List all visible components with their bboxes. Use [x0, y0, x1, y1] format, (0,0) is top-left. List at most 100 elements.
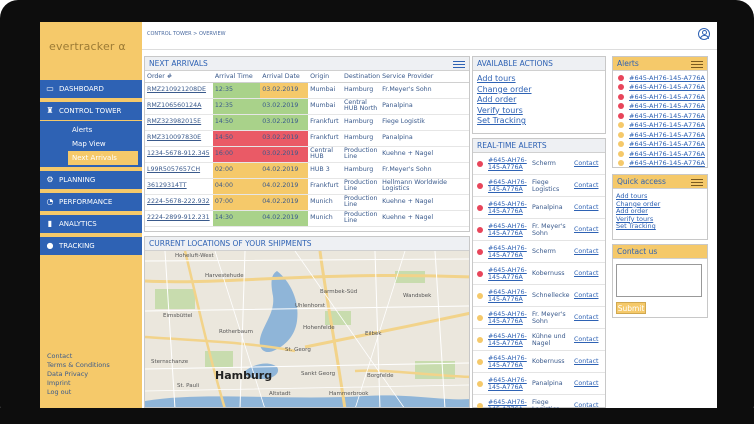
- filter-sliders-icon[interactable]: [453, 60, 465, 68]
- alert-id-link[interactable]: #645-AH76-145-A776A: [488, 157, 532, 171]
- action-link[interactable]: Set Tracking: [477, 116, 601, 127]
- list-item[interactable]: #645-AH76-145-A776A: [613, 121, 707, 131]
- order-number-link[interactable]: 2224-2899-912.231: [145, 210, 213, 227]
- alert-link[interactable]: #645-AH76-145-A776A: [629, 112, 705, 120]
- contact-link[interactable]: Contact: [574, 402, 599, 408]
- contact-link[interactable]: Contact: [574, 270, 599, 277]
- alert-link[interactable]: #645-AH76-145-A776A: [629, 74, 705, 82]
- alert-link[interactable]: #645-AH76-145-A776A: [629, 140, 705, 148]
- order-number-link[interactable]: 1234-5678-912.345: [145, 146, 213, 163]
- nav-control-tower[interactable]: ♜ CONTROL TOWER: [40, 102, 142, 120]
- list-item[interactable]: #645-AH76-145-A776A: [613, 92, 707, 102]
- alert-link[interactable]: #645-AH76-145-A776A: [629, 159, 705, 167]
- table-row[interactable]: RMZ210921208DE 12:35 03.02.2019 Mumbai Hambu…: [145, 82, 469, 99]
- table-row[interactable]: 1234-5678-912.345 16:00 03.02.2019 Central …: [145, 146, 469, 163]
- column-header[interactable]: Destination: [342, 71, 381, 83]
- contact-link[interactable]: Contact: [574, 380, 599, 387]
- filter-sliders-icon[interactable]: [691, 60, 703, 68]
- alert-link[interactable]: #645-AH76-145-A776A: [629, 102, 705, 110]
- list-item[interactable]: #645-AH76-145-A776A: [613, 140, 707, 150]
- alert-id-link[interactable]: #645-AH76-145-A776A: [488, 179, 532, 193]
- column-header[interactable]: Service Provider: [380, 71, 469, 83]
- alert-id-link[interactable]: #645-AH76-145-A776A: [488, 201, 532, 215]
- table-row[interactable]: RMZ310097830E 14:50 03.02.2019 Frankfurt Ham…: [145, 130, 469, 147]
- list-item[interactable]: #645-AH76-145-A776A: [613, 83, 707, 93]
- alert-id-link[interactable]: #645-AH76-145-A776A: [488, 355, 532, 369]
- next-arrivals-title: NEXT ARRIVALS: [149, 59, 208, 68]
- contact-message-textarea[interactable]: [616, 264, 702, 297]
- filter-sliders-icon[interactable]: [691, 178, 703, 186]
- table-row[interactable]: RMZ323982015E 14:50 03.02.2019 Frankfurt Ham…: [145, 114, 469, 131]
- contact-link[interactable]: Contact: [574, 226, 599, 233]
- action-link[interactable]: Add tours: [477, 74, 601, 85]
- footer-terms-link[interactable]: Terms & Conditions: [47, 361, 110, 370]
- alert-id-link[interactable]: #645-AH76-145-A776A: [488, 311, 532, 325]
- alert-link[interactable]: #645-AH76-145-A776A: [629, 121, 705, 129]
- order-number-link[interactable]: RMZ323982015E: [145, 114, 213, 131]
- column-header[interactable]: Arrival Date: [260, 71, 309, 83]
- nav-analytics[interactable]: ▮ ANALYTICS: [40, 215, 142, 233]
- alert-id-link[interactable]: #645-AH76-145-A776A: [488, 245, 532, 259]
- list-item[interactable]: #645-AH76-145-A776A: [613, 102, 707, 112]
- nav-planning[interactable]: ⚙ PLANNING: [40, 171, 142, 189]
- alert-id-link[interactable]: #645-AH76-145-A776A: [488, 399, 532, 409]
- app-logo[interactable]: evertracker α: [49, 40, 126, 53]
- column-header[interactable]: Origin: [308, 71, 342, 83]
- order-number-link[interactable]: RMZ106560124A: [145, 98, 213, 115]
- order-number-link[interactable]: 36129314TT: [145, 178, 213, 195]
- map-district-label: Hoheluft-West: [175, 253, 214, 259]
- contact-link[interactable]: Contact: [574, 204, 599, 211]
- contact-link[interactable]: Contact: [574, 182, 599, 189]
- footer-imprint-link[interactable]: Imprint: [47, 379, 110, 388]
- action-link[interactable]: Change order: [477, 85, 601, 96]
- list-item[interactable]: #645-AH76-145-A776A: [613, 159, 707, 169]
- alert-id-link[interactable]: #645-AH76-145-A776A: [488, 377, 532, 391]
- map-district-label: Uhlenhorst: [295, 303, 326, 309]
- footer-contact-link[interactable]: Contact: [47, 352, 110, 361]
- alert-id-link[interactable]: #645-AH76-145-A776A: [488, 267, 532, 281]
- alert-id-link[interactable]: #645-AH76-145-A776A: [488, 333, 532, 347]
- order-number-link[interactable]: 2224-5678-222.932: [145, 194, 213, 211]
- breadcrumb[interactable]: CONTROL TOWER > OVERVIEW: [147, 31, 226, 37]
- nav-sub-next-arrivals[interactable]: Next Arrivals: [68, 151, 138, 165]
- contact-link[interactable]: Contact: [574, 314, 599, 321]
- list-item[interactable]: #645-AH76-145-A776A: [613, 149, 707, 159]
- action-link[interactable]: Verify tours: [477, 106, 601, 117]
- list-item[interactable]: #645-AH76-145-A776A: [613, 111, 707, 121]
- nav-sub-map-view[interactable]: Map View: [68, 137, 142, 151]
- contact-link[interactable]: Contact: [574, 248, 599, 255]
- table-row[interactable]: 2224-2899-912.231 14:30 04.02.2019 Munich Pr…: [145, 210, 469, 227]
- alert-link[interactable]: #645-AH76-145-A776A: [629, 150, 705, 158]
- column-header[interactable]: Order #: [145, 71, 213, 83]
- user-account-icon[interactable]: [698, 28, 710, 40]
- nav-performance[interactable]: ◔ PERFORMANCE: [40, 193, 142, 211]
- footer-privacy-link[interactable]: Data Privacy: [47, 370, 110, 379]
- footer-logout-link[interactable]: Log out: [47, 388, 110, 397]
- alert-link[interactable]: #645-AH76-145-A776A: [629, 93, 705, 101]
- contact-link[interactable]: Contact: [574, 336, 599, 343]
- shipment-map[interactable]: Hamburg Eimsbüttel Barmbek-Süd Uhlenhorst Ho…: [145, 251, 469, 407]
- contact-link[interactable]: Contact: [574, 292, 599, 299]
- contact-link[interactable]: Contact: [574, 358, 599, 365]
- contact-submit-button[interactable]: Submit: [616, 302, 646, 314]
- quick-access-link[interactable]: Set Tracking: [613, 223, 707, 231]
- table-row[interactable]: 36129314TT 04:00 04.02.2019 Frankfurt Produc…: [145, 178, 469, 195]
- alert-id-link[interactable]: #645-AH76-145-A776A: [488, 223, 532, 237]
- order-number-link[interactable]: RMZ210921208DE: [145, 82, 213, 99]
- alert-link[interactable]: #645-AH76-145-A776A: [629, 131, 705, 139]
- table-row[interactable]: L99R5057657CH 02:00 04.02.2019 HUB 3 Hamburg…: [145, 162, 469, 179]
- nav-dashboard[interactable]: ▭ DASHBOARD: [40, 80, 142, 98]
- alert-link[interactable]: #645-AH76-145-A776A: [629, 83, 705, 91]
- nav-tracking[interactable]: ● TRACKING: [40, 237, 142, 255]
- order-number-link[interactable]: L99R5057657CH: [145, 162, 213, 179]
- alert-id-link[interactable]: #645-AH76-145-A776A: [488, 289, 532, 303]
- contact-link[interactable]: Contact: [574, 160, 599, 167]
- list-item[interactable]: #645-AH76-145-A776A: [613, 73, 707, 83]
- list-item[interactable]: #645-AH76-145-A776A: [613, 130, 707, 140]
- column-header[interactable]: Arrival Time: [212, 71, 261, 83]
- nav-sub-alerts[interactable]: Alerts: [68, 123, 142, 137]
- action-link[interactable]: Add order: [477, 95, 601, 106]
- table-row[interactable]: 2224-5678-222.932 07:00 04.02.2019 Munich Pr…: [145, 194, 469, 211]
- table-row[interactable]: RMZ106560124A 12:35 03.02.2019 Mumbai Centra…: [145, 98, 469, 115]
- order-number-link[interactable]: RMZ310097830E: [145, 130, 213, 147]
